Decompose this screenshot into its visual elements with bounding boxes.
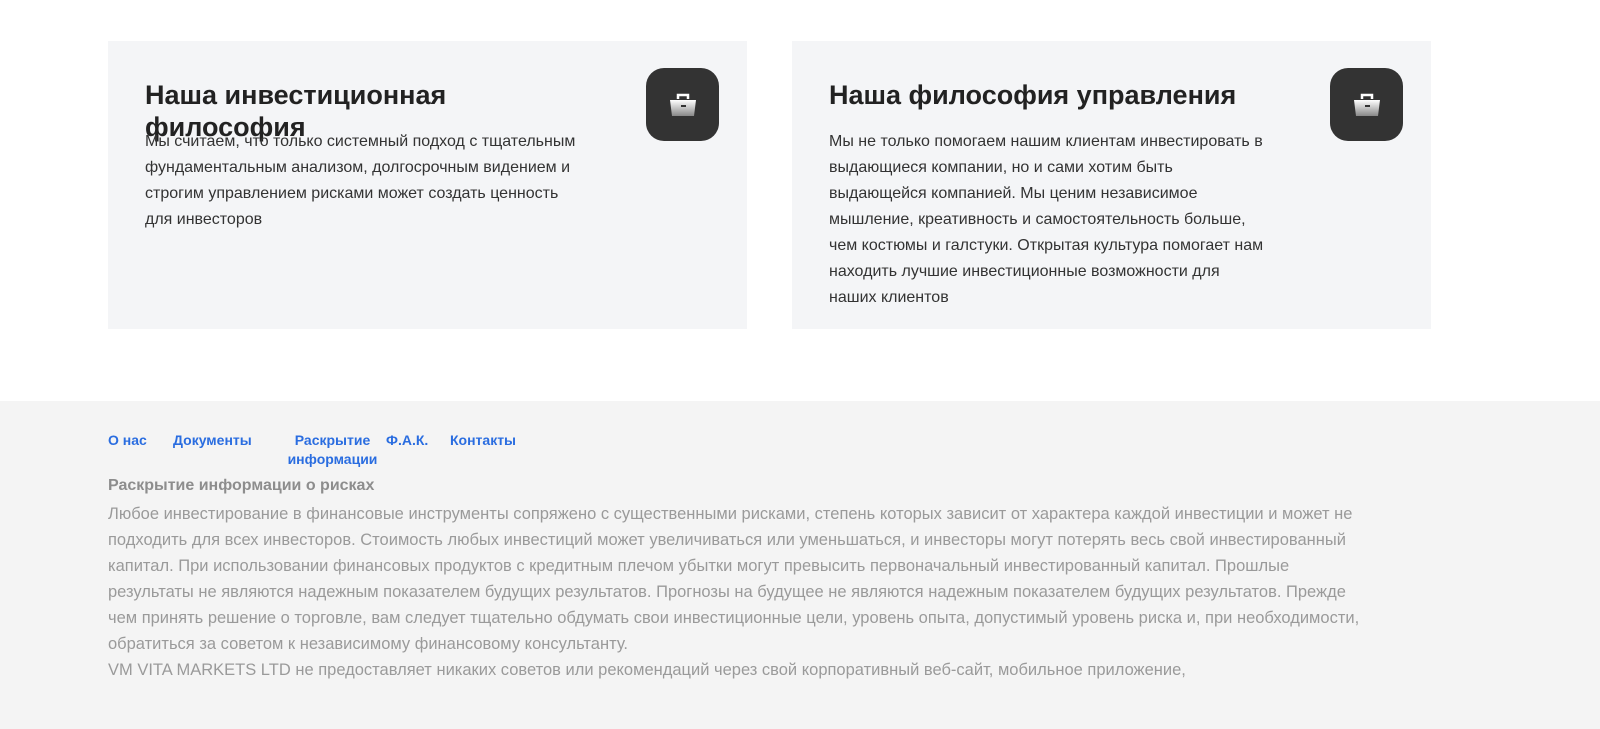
footer: О нас Документы Раскрытие информации Ф.А… xyxy=(0,401,1600,729)
nav-contacts[interactable]: Контакты xyxy=(450,431,516,450)
nav-disclosure[interactable]: Раскрытие информации xyxy=(280,431,385,469)
risk-paragraph: Любое инвестирование в финансовые инстру… xyxy=(108,505,1360,653)
card-text: Мы считаем, что только системный подход … xyxy=(145,133,576,228)
briefcase-icon xyxy=(1330,68,1403,141)
company-paragraph: VM VITA MARKETS LTD не предоставляет ник… xyxy=(108,661,1186,679)
card-management-philosophy: Наша философия управления Мы не только п… xyxy=(792,41,1431,329)
nav-documents[interactable]: Документы xyxy=(173,431,252,450)
card-investment-philosophy: Наша инвестиционная философия Мы считаем… xyxy=(108,41,747,329)
risk-disclosure-title: Раскрытие информации о рисках xyxy=(108,477,375,494)
briefcase-icon xyxy=(646,68,719,141)
card-title: Наша философия управления xyxy=(829,80,1237,110)
nav-about[interactable]: О нас xyxy=(108,431,147,450)
risk-disclosure-text: Любое инвестирование в финансовые инстру… xyxy=(108,501,1378,683)
card-text: Мы не только помогаем нашим клиентам инв… xyxy=(829,133,1264,306)
nav-faq[interactable]: Ф.А.К. xyxy=(386,431,428,450)
